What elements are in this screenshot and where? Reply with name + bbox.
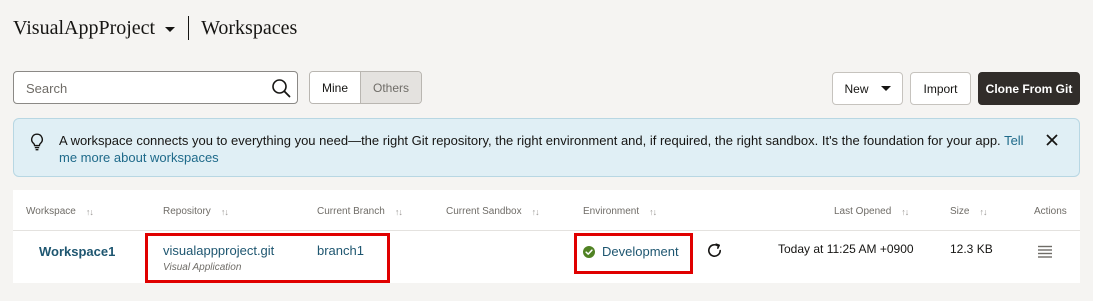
header-divider xyxy=(13,230,1080,231)
column-header-repository[interactable]: Repository ↑↓ xyxy=(163,206,229,217)
column-header-environment[interactable]: Environment ↑↓ xyxy=(583,206,657,217)
column-header-label: Current Branch xyxy=(317,206,385,217)
search-icon[interactable] xyxy=(271,78,291,98)
chevron-down-icon xyxy=(880,86,891,91)
column-header-size[interactable]: Size ↑↓ xyxy=(950,206,987,217)
column-header-workspace[interactable]: Workspace ↑↓ xyxy=(26,206,94,217)
search-box xyxy=(13,71,298,104)
refresh-icon[interactable] xyxy=(706,242,723,259)
sort-icon: ↑↓ xyxy=(979,206,987,217)
close-icon[interactable] xyxy=(1045,133,1059,147)
last-opened-value: Today at 11:25 AM +0900 xyxy=(778,242,914,256)
column-header-label: Current Sandbox xyxy=(446,206,522,217)
column-header-label: Actions xyxy=(1034,206,1067,217)
column-header-label: Workspace xyxy=(26,206,76,217)
new-button-label: New xyxy=(844,81,869,96)
size-value: 12.3 KB xyxy=(950,242,993,256)
search-input[interactable] xyxy=(24,80,268,97)
column-header-sandbox[interactable]: Current Sandbox ↑↓ xyxy=(446,206,540,217)
actions-menu-icon[interactable] xyxy=(1038,245,1052,258)
highlight-box-environment xyxy=(574,233,693,274)
filter-others-button[interactable]: Others xyxy=(361,72,421,103)
column-header-branch[interactable]: Current Branch ↑↓ xyxy=(317,206,403,217)
info-banner: A workspace connects you to everything y… xyxy=(13,118,1080,177)
clone-from-git-button[interactable]: Clone From Git xyxy=(978,72,1080,105)
project-selector[interactable]: VisualAppProject xyxy=(13,16,176,40)
new-button[interactable]: New xyxy=(832,72,903,105)
import-button[interactable]: Import xyxy=(910,72,971,105)
lightbulb-icon xyxy=(31,133,43,151)
column-header-label: Last Opened xyxy=(834,206,892,217)
column-header-label: Size xyxy=(950,206,970,217)
filter-mine-button[interactable]: Mine xyxy=(310,72,361,103)
sort-icon: ↑↓ xyxy=(649,206,657,217)
sort-icon: ↑↓ xyxy=(901,206,909,217)
workspace-name-link[interactable]: Workspace1 xyxy=(39,244,115,259)
banner-message: A workspace connects you to everything y… xyxy=(59,132,1029,166)
column-header-label: Environment xyxy=(583,206,640,217)
sort-icon: ↑↓ xyxy=(220,206,229,217)
column-header-label: Repository xyxy=(163,206,211,217)
highlight-box-repository-branch xyxy=(145,233,390,283)
sort-icon: ↑↓ xyxy=(531,206,540,217)
page-title: Workspaces xyxy=(201,16,298,39)
banner-text: A workspace connects you to everything y… xyxy=(59,133,1001,148)
column-header-actions: Actions xyxy=(1034,206,1067,217)
page-header: VisualAppProject Workspaces xyxy=(13,14,297,42)
ownership-filter: Mine Others xyxy=(309,71,422,104)
sort-icon: ↑↓ xyxy=(85,206,94,217)
sort-icon: ↑↓ xyxy=(394,206,403,217)
chevron-down-icon xyxy=(165,26,176,32)
column-header-last-opened[interactable]: Last Opened ↑↓ xyxy=(834,206,909,217)
project-name: VisualAppProject xyxy=(13,16,156,39)
header-divider xyxy=(188,16,190,40)
